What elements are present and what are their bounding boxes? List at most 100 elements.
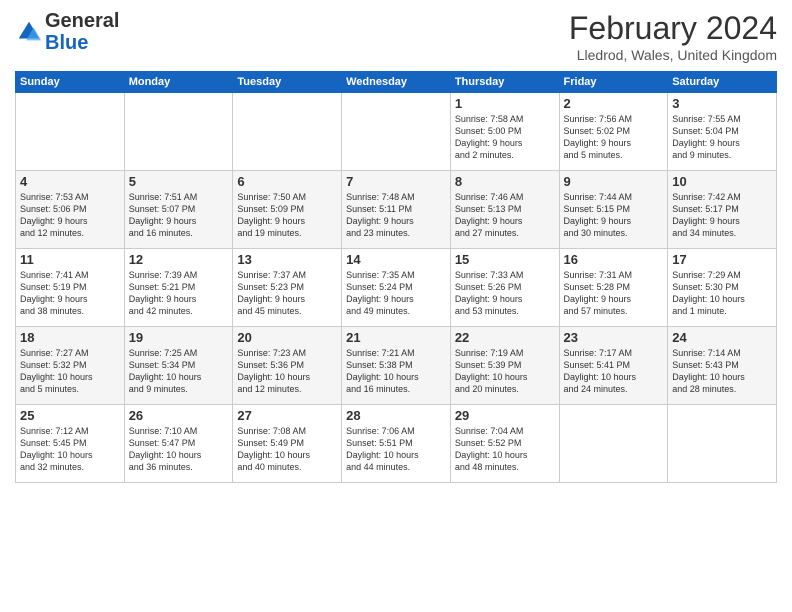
table-row: 12 Sunrise: 7:39 AM Sunset: 5:21 PM Dayli… [124, 249, 233, 327]
table-row: 21 Sunrise: 7:21 AM Sunset: 5:38 PM Dayli… [342, 327, 451, 405]
day-info: Sunrise: 7:21 AM Sunset: 5:38 PM Dayligh… [346, 347, 446, 396]
table-row: 20 Sunrise: 7:23 AM Sunset: 5:36 PM Dayli… [233, 327, 342, 405]
day-number: 3 [672, 96, 772, 111]
day-number: 4 [20, 174, 120, 189]
day-info: Sunrise: 7:04 AM Sunset: 5:52 PM Dayligh… [455, 425, 555, 474]
day-info: Sunrise: 7:06 AM Sunset: 5:51 PM Dayligh… [346, 425, 446, 474]
calendar-week-row: 1Sunrise: 7:58 AM Sunset: 5:00 PM Daylig… [16, 93, 777, 171]
day-info: Sunrise: 7:14 AM Sunset: 5:43 PM Dayligh… [672, 347, 772, 396]
table-row: 2 Sunrise: 7:56 AM Sunset: 5:02 PM Daylig… [559, 93, 668, 171]
table-row [342, 93, 451, 171]
day-info: Sunrise: 7:58 AM Sunset: 5:00 PM Dayligh… [455, 113, 555, 162]
day-number: 26 [129, 408, 229, 423]
day-number: 9 [564, 174, 664, 189]
table-row: 13 Sunrise: 7:37 AM Sunset: 5:23 PM Dayli… [233, 249, 342, 327]
table-row: 3 Sunrise: 7:55 AM Sunset: 5:04 PM Daylig… [668, 93, 777, 171]
table-row: 5Sunrise: 7:51 AM Sunset: 5:07 PM Daylig… [124, 171, 233, 249]
day-number: 13 [237, 252, 337, 267]
table-row: 27Sunrise: 7:08 AM Sunset: 5:49 PM Dayli… [233, 405, 342, 483]
table-row [16, 93, 125, 171]
header-saturday: Saturday [668, 72, 777, 93]
title-block: February 2024 Lledrod, Wales, United Kin… [569, 10, 777, 63]
day-info: Sunrise: 7:44 AM Sunset: 5:15 PM Dayligh… [564, 191, 664, 240]
day-info: Sunrise: 7:41 AM Sunset: 5:19 PM Dayligh… [20, 269, 120, 318]
day-number: 25 [20, 408, 120, 423]
table-row: 26Sunrise: 7:10 AM Sunset: 5:47 PM Dayli… [124, 405, 233, 483]
table-row [668, 405, 777, 483]
day-info: Sunrise: 7:53 AM Sunset: 5:06 PM Dayligh… [20, 191, 120, 240]
table-row: 22 Sunrise: 7:19 AM Sunset: 5:39 PM Dayli… [450, 327, 559, 405]
day-number: 20 [237, 330, 337, 345]
day-number: 23 [564, 330, 664, 345]
logo-blue: Blue [45, 32, 88, 54]
header-tuesday: Tuesday [233, 72, 342, 93]
day-info: Sunrise: 7:25 AM Sunset: 5:34 PM Dayligh… [129, 347, 229, 396]
day-number: 19 [129, 330, 229, 345]
table-row: 10 Sunrise: 7:42 AM Sunset: 5:17 PM Dayli… [668, 171, 777, 249]
logo-icon [15, 18, 43, 46]
day-number: 15 [455, 252, 555, 267]
header-friday: Friday [559, 72, 668, 93]
day-number: 14 [346, 252, 446, 267]
day-info: Sunrise: 7:39 AM Sunset: 5:21 PM Dayligh… [129, 269, 229, 318]
day-number: 10 [672, 174, 772, 189]
day-info: Sunrise: 7:46 AM Sunset: 5:13 PM Dayligh… [455, 191, 555, 240]
header-wednesday: Wednesday [342, 72, 451, 93]
day-info: Sunrise: 7:19 AM Sunset: 5:39 PM Dayligh… [455, 347, 555, 396]
day-number: 21 [346, 330, 446, 345]
day-number: 6 [237, 174, 337, 189]
day-info: Sunrise: 7:51 AM Sunset: 5:07 PM Dayligh… [129, 191, 229, 240]
table-row [124, 93, 233, 171]
table-row: 9 Sunrise: 7:44 AM Sunset: 5:15 PM Daylig… [559, 171, 668, 249]
day-info: Sunrise: 7:55 AM Sunset: 5:04 PM Dayligh… [672, 113, 772, 162]
calendar: Sunday Monday Tuesday Wednesday Thursday… [15, 71, 777, 483]
day-info: Sunrise: 7:27 AM Sunset: 5:32 PM Dayligh… [20, 347, 120, 396]
day-info: Sunrise: 7:33 AM Sunset: 5:26 PM Dayligh… [455, 269, 555, 318]
header: General Blue February 2024 Lledrod, Wale… [15, 10, 777, 63]
table-row: 28Sunrise: 7:06 AM Sunset: 5:51 PM Dayli… [342, 405, 451, 483]
day-number: 8 [455, 174, 555, 189]
day-info: Sunrise: 7:50 AM Sunset: 5:09 PM Dayligh… [237, 191, 337, 240]
table-row [559, 405, 668, 483]
table-row: 11 Sunrise: 7:41 AM Sunset: 5:19 PM Dayli… [16, 249, 125, 327]
table-row: 16Sunrise: 7:31 AM Sunset: 5:28 PM Dayli… [559, 249, 668, 327]
table-row: 25 Sunrise: 7:12 AM Sunset: 5:45 PM Dayli… [16, 405, 125, 483]
page: General Blue February 2024 Lledrod, Wale… [0, 0, 792, 612]
table-row: 4 Sunrise: 7:53 AM Sunset: 5:06 PM Daylig… [16, 171, 125, 249]
day-number: 12 [129, 252, 229, 267]
day-info: Sunrise: 7:29 AM Sunset: 5:30 PM Dayligh… [672, 269, 772, 318]
table-row: 19 Sunrise: 7:25 AM Sunset: 5:34 PM Dayli… [124, 327, 233, 405]
day-number: 24 [672, 330, 772, 345]
day-info: Sunrise: 7:12 AM Sunset: 5:45 PM Dayligh… [20, 425, 120, 474]
day-number: 29 [455, 408, 555, 423]
calendar-week-row: 18 Sunrise: 7:27 AM Sunset: 5:32 PM Dayli… [16, 327, 777, 405]
header-monday: Monday [124, 72, 233, 93]
day-number: 27 [237, 408, 337, 423]
day-number: 18 [20, 330, 120, 345]
day-info: Sunrise: 7:35 AM Sunset: 5:24 PM Dayligh… [346, 269, 446, 318]
day-info: Sunrise: 7:48 AM Sunset: 5:11 PM Dayligh… [346, 191, 446, 240]
table-row: 15 Sunrise: 7:33 AM Sunset: 5:26 PM Dayli… [450, 249, 559, 327]
header-thursday: Thursday [450, 72, 559, 93]
day-number: 11 [20, 252, 120, 267]
table-row: 14 Sunrise: 7:35 AM Sunset: 5:24 PM Dayli… [342, 249, 451, 327]
day-info: Sunrise: 7:23 AM Sunset: 5:36 PM Dayligh… [237, 347, 337, 396]
day-number: 17 [672, 252, 772, 267]
header-sunday: Sunday [16, 72, 125, 93]
day-info: Sunrise: 7:56 AM Sunset: 5:02 PM Dayligh… [564, 113, 664, 162]
logo-general: General [45, 10, 119, 32]
calendar-week-row: 11 Sunrise: 7:41 AM Sunset: 5:19 PM Dayli… [16, 249, 777, 327]
logo-text: General Blue [45, 10, 119, 54]
day-header-row: Sunday Monday Tuesday Wednesday Thursday… [16, 72, 777, 93]
month-year: February 2024 [569, 10, 777, 47]
table-row: 29 Sunrise: 7:04 AM Sunset: 5:52 PM Dayli… [450, 405, 559, 483]
day-info: Sunrise: 7:37 AM Sunset: 5:23 PM Dayligh… [237, 269, 337, 318]
day-number: 22 [455, 330, 555, 345]
day-info: Sunrise: 7:17 AM Sunset: 5:41 PM Dayligh… [564, 347, 664, 396]
day-number: 2 [564, 96, 664, 111]
table-row: 7Sunrise: 7:48 AM Sunset: 5:11 PM Daylig… [342, 171, 451, 249]
table-row [233, 93, 342, 171]
table-row: 6 Sunrise: 7:50 AM Sunset: 5:09 PM Daylig… [233, 171, 342, 249]
day-info: Sunrise: 7:42 AM Sunset: 5:17 PM Dayligh… [672, 191, 772, 240]
table-row: 1Sunrise: 7:58 AM Sunset: 5:00 PM Daylig… [450, 93, 559, 171]
